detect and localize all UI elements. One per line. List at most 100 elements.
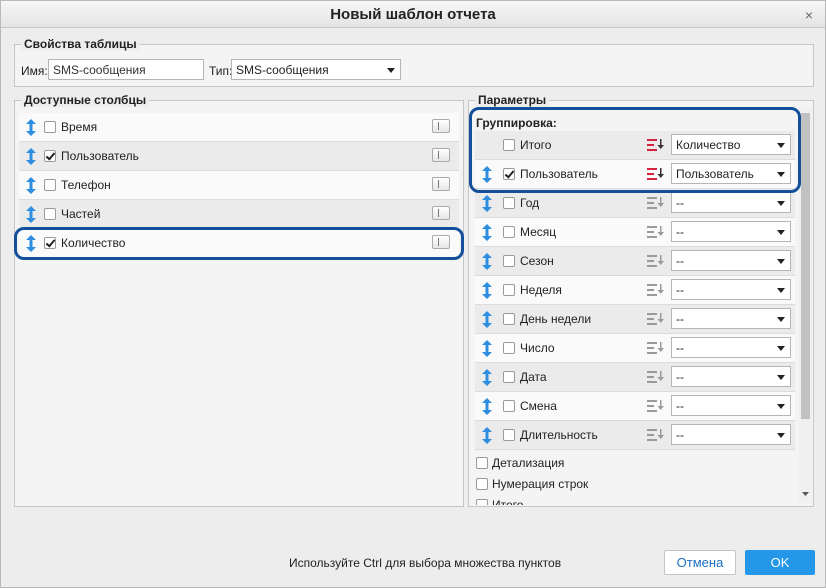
name-input[interactable] bbox=[48, 59, 204, 80]
grouping-label: Сезон bbox=[520, 254, 554, 268]
column-checkbox[interactable] bbox=[44, 150, 56, 162]
grouping-select[interactable]: -- bbox=[671, 250, 791, 271]
column-settings-icon[interactable] bbox=[432, 206, 450, 220]
grouping-checkbox[interactable] bbox=[503, 342, 515, 354]
highlight-grouping-section bbox=[469, 107, 801, 193]
option-checkbox[interactable] bbox=[476, 499, 488, 505]
sort-order-icon[interactable] bbox=[647, 254, 665, 268]
drag-handle-icon[interactable] bbox=[482, 195, 492, 212]
column-checkbox[interactable] bbox=[44, 208, 56, 220]
chevron-down-icon bbox=[777, 375, 785, 380]
drag-handle-icon[interactable] bbox=[26, 148, 36, 165]
grouping-select[interactable]: -- bbox=[671, 308, 791, 329]
option-checkbox[interactable] bbox=[476, 457, 488, 469]
scroll-down-icon[interactable] bbox=[799, 489, 812, 499]
grouping-row[interactable]: Сезон -- bbox=[475, 247, 795, 276]
grouping-checkbox[interactable] bbox=[503, 255, 515, 267]
available-columns-legend: Доступные столбцы bbox=[21, 93, 150, 107]
column-row[interactable]: Пользователь bbox=[19, 142, 459, 171]
sort-order-icon[interactable] bbox=[647, 399, 665, 413]
chevron-down-icon bbox=[777, 433, 785, 438]
column-settings-icon[interactable] bbox=[432, 148, 450, 162]
grouping-row[interactable]: Длительность -- bbox=[475, 421, 795, 450]
drag-handle-icon[interactable] bbox=[26, 177, 36, 194]
column-label: Время bbox=[61, 120, 98, 134]
option-item[interactable]: Нумерация строк bbox=[476, 477, 588, 491]
highlight-quantity-row bbox=[14, 227, 464, 260]
drag-handle-icon[interactable] bbox=[482, 311, 492, 328]
grouping-select[interactable]: -- bbox=[671, 395, 791, 416]
grouping-row[interactable]: Неделя -- bbox=[475, 276, 795, 305]
report-template-dialog: Новый шаблон отчета × Свойства таблицы И… bbox=[0, 0, 826, 588]
grouping-checkbox[interactable] bbox=[503, 313, 515, 325]
drag-handle-icon[interactable] bbox=[26, 119, 36, 136]
drag-handle-icon[interactable] bbox=[482, 398, 492, 415]
column-settings-icon[interactable] bbox=[432, 177, 450, 191]
drag-handle-icon[interactable] bbox=[482, 282, 492, 299]
sort-order-icon[interactable] bbox=[647, 370, 665, 384]
sort-order-icon[interactable] bbox=[647, 283, 665, 297]
grouping-label: Число bbox=[520, 341, 555, 355]
grouping-checkbox[interactable] bbox=[503, 429, 515, 441]
grouping-row[interactable]: Число -- bbox=[475, 334, 795, 363]
grouping-select[interactable]: -- bbox=[671, 337, 791, 358]
grouping-select[interactable]: -- bbox=[671, 221, 791, 242]
column-checkbox[interactable] bbox=[44, 179, 56, 191]
parameters-legend: Параметры bbox=[475, 93, 550, 107]
grouping-label: Неделя bbox=[520, 283, 562, 297]
option-checkbox[interactable] bbox=[476, 478, 488, 490]
grouping-checkbox[interactable] bbox=[503, 284, 515, 296]
drag-handle-icon[interactable] bbox=[482, 340, 492, 357]
grouping-checkbox[interactable] bbox=[503, 400, 515, 412]
option-label: Нумерация строк bbox=[492, 477, 589, 491]
sort-order-icon[interactable] bbox=[647, 225, 665, 239]
grouping-select-value: -- bbox=[676, 225, 684, 239]
column-row[interactable]: Телефон bbox=[19, 171, 459, 200]
grouping-row[interactable]: Дата -- bbox=[475, 363, 795, 392]
sort-order-icon[interactable] bbox=[647, 341, 665, 355]
grouping-select-value: -- bbox=[676, 341, 684, 355]
option-item[interactable]: Детализация bbox=[476, 456, 564, 470]
chevron-down-icon bbox=[777, 230, 785, 235]
column-label: Частей bbox=[61, 207, 101, 221]
drag-handle-icon[interactable] bbox=[26, 206, 36, 223]
grouping-label: Смена bbox=[520, 399, 557, 413]
dialog-title: Новый шаблон отчета bbox=[330, 6, 496, 23]
grouping-row[interactable]: Месяц -- bbox=[475, 218, 795, 247]
column-settings-icon[interactable] bbox=[432, 119, 450, 133]
column-row[interactable]: Частей bbox=[19, 200, 459, 229]
column-checkbox[interactable] bbox=[44, 121, 56, 133]
option-item[interactable]: Итого bbox=[476, 498, 523, 505]
type-label: Тип: bbox=[209, 64, 233, 78]
ok-button[interactable]: OK bbox=[745, 550, 815, 575]
grouping-checkbox[interactable] bbox=[503, 197, 515, 209]
grouping-select[interactable]: -- bbox=[671, 424, 791, 445]
grouping-row[interactable]: День недели -- bbox=[475, 305, 795, 334]
drag-handle-icon[interactable] bbox=[482, 224, 492, 241]
sort-order-icon[interactable] bbox=[647, 312, 665, 326]
column-row[interactable]: Время bbox=[19, 113, 459, 142]
grouping-row[interactable]: Смена -- bbox=[475, 392, 795, 421]
grouping-select[interactable]: -- bbox=[671, 192, 791, 213]
sort-order-icon[interactable] bbox=[647, 428, 665, 442]
cancel-button[interactable]: Отмена bbox=[664, 550, 736, 575]
drag-handle-icon[interactable] bbox=[482, 427, 492, 444]
close-icon[interactable]: × bbox=[805, 7, 813, 23]
drag-handle-icon[interactable] bbox=[482, 369, 492, 386]
grouping-row[interactable]: Год -- bbox=[475, 189, 795, 218]
sort-order-icon[interactable] bbox=[647, 196, 665, 210]
title-bar[interactable]: Новый шаблон отчета × bbox=[1, 1, 825, 28]
grouping-select[interactable]: -- bbox=[671, 279, 791, 300]
type-select[interactable]: SMS-сообщения bbox=[231, 59, 401, 80]
scroll-thumb[interactable] bbox=[801, 113, 810, 419]
grouping-checkbox[interactable] bbox=[503, 226, 515, 238]
chevron-down-icon bbox=[387, 68, 395, 73]
grouping-label: Длительность bbox=[520, 428, 598, 442]
chevron-down-icon bbox=[777, 317, 785, 322]
option-label: Детализация bbox=[492, 456, 565, 470]
chevron-down-icon bbox=[777, 259, 785, 264]
drag-handle-icon[interactable] bbox=[482, 253, 492, 270]
grouping-select[interactable]: -- bbox=[671, 366, 791, 387]
chevron-down-icon bbox=[777, 201, 785, 206]
grouping-checkbox[interactable] bbox=[503, 371, 515, 383]
